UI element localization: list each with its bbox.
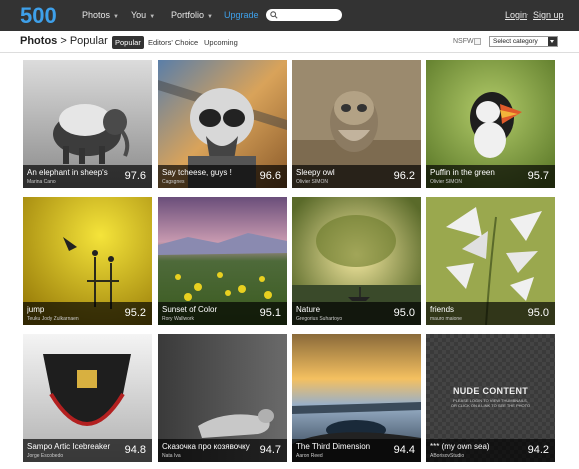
- nsfw-checkbox[interactable]: [474, 38, 481, 45]
- photo-score: 95.7: [527, 170, 549, 182]
- photo-author[interactable]: Marina Cano: [27, 179, 56, 185]
- photo-caption: Sampo Artic Icebreaker Jorge Escobedo 94…: [23, 439, 152, 462]
- photo-author[interactable]: Cagsgnes: [162, 179, 185, 185]
- photo-author[interactable]: Gregorius Suhartoyo: [296, 316, 342, 322]
- nav-photos-label: Photos: [82, 10, 111, 20]
- photo-score: 96.2: [393, 170, 415, 182]
- photo-card[interactable]: Puffin in the green Olivier SIMON 95.7: [426, 60, 555, 188]
- photo-author[interactable]: Jorge Escobedo: [27, 453, 63, 459]
- photo-score: 96.6: [259, 170, 281, 182]
- nav-upgrade[interactable]: Upgrade: [224, 10, 259, 20]
- photo-title[interactable]: An elephant in sheep's: [27, 168, 119, 177]
- photo-caption: An elephant in sheep's Marina Cano 97.6: [23, 165, 152, 188]
- breadcrumb: Photos > Popular: [20, 35, 108, 47]
- sub-header: Photos > Popular Popular Editors' Choice…: [0, 31, 579, 53]
- photo-caption: Sunset of Color Rory Wallwork 95.1: [158, 302, 287, 325]
- photo-card[interactable]: Sunset of Color Rory Wallwork 95.1: [158, 197, 287, 325]
- photo-title[interactable]: Sampo Artic Icebreaker: [27, 442, 119, 451]
- tab-popular[interactable]: Popular: [112, 36, 144, 49]
- photo-score: 94.4: [393, 444, 415, 456]
- tab-upcoming[interactable]: Upcoming: [201, 36, 241, 49]
- photo-caption: friends mauro maione 95.0: [426, 302, 555, 325]
- photo-title[interactable]: Nature: [296, 305, 388, 314]
- photo-card[interactable]: The Third Dimension Aaron Reed 94.4: [292, 334, 421, 462]
- photo-card[interactable]: Sampo Artic Icebreaker Jorge Escobedo 94…: [23, 334, 152, 462]
- logo[interactable]: 500: [20, 4, 66, 26]
- photo-title[interactable]: Сказочка про козявочку: [162, 442, 254, 451]
- photo-score: 94.8: [124, 444, 146, 456]
- photo-author[interactable]: Olivier SIMON: [296, 179, 328, 185]
- photo-card[interactable]: Sleepy owl Olivier SIMON 96.2: [292, 60, 421, 188]
- photo-caption: Puffin in the green Olivier SIMON 95.7: [426, 165, 555, 188]
- search-icon: [270, 11, 278, 19]
- photo-title[interactable]: jump: [27, 305, 119, 314]
- photo-card[interactable]: Nature Gregorius Suhartoyo 95.0: [292, 197, 421, 325]
- photo-author[interactable]: mauro maione: [430, 316, 462, 322]
- nav-you-label: You: [131, 10, 147, 20]
- photo-score: 94.7: [259, 444, 281, 456]
- breadcrumb-photos[interactable]: Photos: [20, 35, 57, 47]
- photo-card[interactable]: jump Teuku Jody Zulkarnaen 95.2: [23, 197, 152, 325]
- photo-score: 94.2: [527, 444, 549, 456]
- search-input[interactable]: [266, 9, 342, 21]
- photo-score: 95.1: [259, 307, 281, 319]
- breadcrumb-current: Popular: [69, 35, 108, 47]
- photo-title[interactable]: *** (my own sea): [430, 442, 522, 451]
- top-nav-bar: 500 Photos ▼ You ▼ Portfolio ▼ Upgrade Logi…: [0, 0, 579, 31]
- nav-you[interactable]: You ▼: [131, 10, 155, 20]
- photo-caption: *** (my own sea) ABorisovStudio 94.2: [426, 439, 555, 462]
- photo-title[interactable]: Say tcheese, guys !: [162, 168, 254, 177]
- chevron-down-icon: [548, 37, 557, 46]
- category-select[interactable]: Select category: [489, 36, 558, 47]
- photo-score: 95.2: [124, 307, 146, 319]
- login-link[interactable]: Login: [505, 10, 527, 20]
- nude-heading: NUDE CONTENT: [452, 386, 529, 396]
- photo-author[interactable]: Teuku Jody Zulkarnaen: [27, 316, 79, 322]
- photo-author[interactable]: ABorisovStudio: [430, 453, 464, 459]
- photo-author[interactable]: Olivier SIMON: [430, 179, 462, 185]
- photo-author[interactable]: Nata Iva: [162, 453, 181, 459]
- photo-caption: jump Teuku Jody Zulkarnaen 95.2: [23, 302, 152, 325]
- photo-title[interactable]: friends: [430, 305, 522, 314]
- category-select-value: Select category: [493, 38, 538, 45]
- photo-caption: Nature Gregorius Suhartoyo 95.0: [292, 302, 421, 325]
- chevron-down-icon: ▼: [113, 14, 119, 20]
- photo-title[interactable]: Puffin in the green: [430, 168, 522, 177]
- photo-author[interactable]: Aaron Reed: [296, 453, 323, 459]
- photo-title[interactable]: Sleepy owl: [296, 168, 388, 177]
- photo-caption: Say tcheese, guys ! Cagsgnes 96.6: [158, 165, 287, 188]
- logo-500-icon: 500: [20, 4, 57, 26]
- photo-card[interactable]: An elephant in sheep's Marina Cano 97.6: [23, 60, 152, 188]
- nude-line2: OR CLICK ON A LINK TO SEE THE PHOTO: [450, 403, 531, 408]
- photo-title[interactable]: Sunset of Color: [162, 305, 254, 314]
- photo-caption: The Third Dimension Aaron Reed 94.4: [292, 439, 421, 462]
- nav-portfolio[interactable]: Portfolio ▼: [171, 10, 213, 20]
- nav-separator: ·: [526, 9, 529, 19]
- photo-author[interactable]: Rory Wallwork: [162, 316, 194, 322]
- photo-score: 97.6: [124, 170, 146, 182]
- nude-content-notice: NUDE CONTENT PLEASE LOGIN TO VIEW THUMBN…: [426, 386, 555, 408]
- photo-caption: Сказочка про козявочку Nata Iva 94.7: [158, 439, 287, 462]
- nav-portfolio-label: Portfolio: [171, 10, 205, 20]
- chevron-down-icon: ▼: [207, 14, 213, 20]
- photo-title[interactable]: The Third Dimension: [296, 442, 388, 451]
- photo-score: 95.0: [393, 307, 415, 319]
- photo-card[interactable]: Say tcheese, guys ! Cagsgnes 96.6: [158, 60, 287, 188]
- photo-card[interactable]: friends mauro maione 95.0: [426, 197, 555, 325]
- svg-text:500: 500: [20, 4, 57, 26]
- breadcrumb-separator: >: [60, 35, 67, 47]
- nsfw-label: NSFW: [453, 38, 474, 45]
- photo-score: 95.0: [527, 307, 549, 319]
- tab-editors-choice[interactable]: Editors' Choice: [145, 36, 201, 49]
- photo-card[interactable]: NUDE CONTENT PLEASE LOGIN TO VIEW THUMBN…: [426, 334, 555, 462]
- nav-photos[interactable]: Photos ▼: [82, 10, 119, 20]
- photo-card[interactable]: Сказочка про козявочку Nata Iva 94.7: [158, 334, 287, 462]
- signup-link[interactable]: Sign up: [533, 10, 564, 20]
- photo-caption: Sleepy owl Olivier SIMON 96.2: [292, 165, 421, 188]
- chevron-down-icon: ▼: [149, 14, 156, 20]
